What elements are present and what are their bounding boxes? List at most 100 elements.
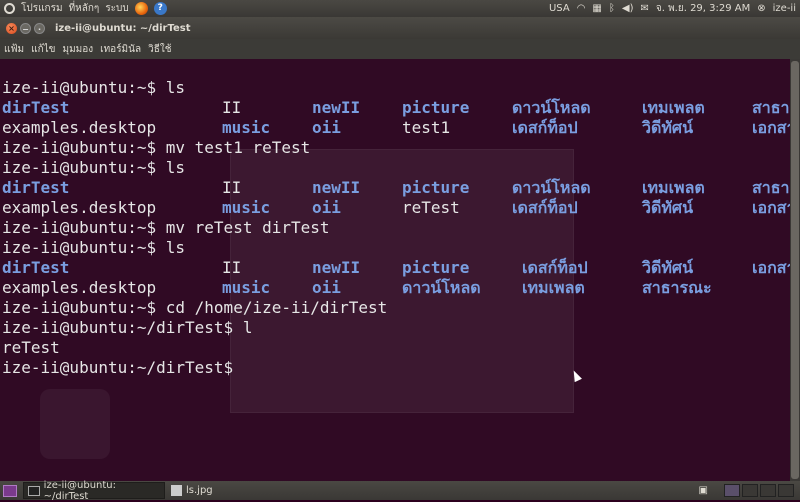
menu-terminal[interactable]: เทอร์มินัล: [100, 42, 141, 57]
file-entry: II: [222, 98, 242, 117]
help-icon[interactable]: ?: [153, 2, 167, 15]
terminal-line: ize-ii@ubuntu:~$ cd /home/ize-ii/dirTest: [2, 298, 790, 318]
directory-entry: เอกสาร: [752, 198, 790, 217]
terminal-line: examples.desktop music oii test1 เดสก์ท็อป วิ…: [2, 118, 790, 138]
file-entry: II: [222, 258, 242, 277]
keyboard-layout[interactable]: USA: [549, 3, 570, 14]
terminal-scrollbar[interactable]: [790, 59, 800, 481]
directory-entry: newII: [312, 178, 361, 197]
terminal-line: ize-ii@ubuntu:~$ mv reTest dirTest: [2, 218, 790, 238]
bluetooth-icon[interactable]: ᛒ: [609, 3, 615, 14]
terminal-line: dirTest II newII picture ดาวน์โหลด เทมเพลต สาธ…: [2, 98, 790, 118]
prompt-command: ize-ii@ubuntu:~$ ls: [2, 238, 186, 257]
directory-entry: เดสก์ท็อป: [512, 118, 578, 137]
terminal-line: ize-ii@ubuntu:~$ ls: [2, 238, 790, 258]
terminal-line: ize-ii@ubuntu:~/dirTest$: [2, 358, 790, 378]
directory-entry: music: [222, 198, 271, 217]
taskbar-item-label: ls.jpg: [186, 485, 213, 496]
menu-applications[interactable]: โปรแกรม: [21, 1, 63, 16]
terminal-line: ize-ii@ubuntu:~/dirTest$ l: [2, 318, 790, 338]
minimize-button[interactable]: −: [20, 22, 31, 34]
keyboard-icon[interactable]: ▦: [592, 3, 601, 14]
menu-view[interactable]: มุมมอง: [63, 42, 94, 57]
menu-system[interactable]: ระบบ: [105, 1, 128, 16]
file-entry: examples.desktop: [2, 198, 157, 217]
prompt-command: ize-ii@ubuntu:~/dirTest$: [2, 358, 234, 377]
directory-entry: เทมเพลต: [642, 178, 705, 197]
workspace-2[interactable]: [742, 484, 758, 497]
directory-entry: วิดีทัศน์: [642, 198, 694, 217]
directory-entry: เทมเพลต: [642, 98, 705, 117]
wifi-icon[interactable]: ◠: [577, 3, 586, 14]
workspace-4[interactable]: [778, 484, 794, 497]
workspace-3[interactable]: [760, 484, 776, 497]
directory-entry: newII: [312, 98, 361, 117]
terminal-lines: ize-ii@ubuntu:~$ ls dirTest II newII picture…: [2, 78, 790, 378]
taskbar-item-label: ize-ii@ubuntu: ~/dirTest: [43, 479, 117, 502]
directory-entry: สาธารณะ: [752, 98, 790, 117]
prompt-command: ize-ii@ubuntu:~$ mv test1 reTest: [2, 138, 311, 157]
directory-entry: music: [222, 278, 271, 297]
terminal-line: dirTest II newII picture เดสก์ท็อป วิดีทัศน์ เ…: [2, 258, 790, 278]
trash-icon[interactable]: ▣: [699, 485, 708, 496]
firefox-icon[interactable]: [134, 2, 148, 15]
directory-entry: picture: [402, 178, 470, 197]
prompt-command: ize-ii@ubuntu:~$ ls: [2, 78, 186, 97]
directory-entry: สาธารณะ: [642, 278, 712, 297]
terminal-line: dirTest II newII picture ดาวน์โหลด เทมเพลต สาธ…: [2, 178, 790, 198]
window-titlebar[interactable]: × − · ize-ii@ubuntu: ~/dirTest: [0, 17, 800, 39]
background-icon-ghost: [40, 389, 110, 459]
file-entry: reTest: [2, 338, 60, 357]
directory-entry: เทมเพลต: [522, 278, 585, 297]
image-icon: [171, 485, 182, 496]
terminal-menubar: แฟ้ม แก้ไข มุมมอง เทอร์มินัล วิธีใช้: [0, 39, 800, 59]
prompt-command: ize-ii@ubuntu:~$ mv reTest dirTest: [2, 218, 330, 237]
maximize-button[interactable]: ·: [34, 22, 45, 34]
file-entry: reTest: [402, 198, 460, 217]
show-desktop-button[interactable]: [3, 484, 17, 497]
directory-entry: เดสก์ท็อป: [512, 198, 578, 217]
menu-places[interactable]: ที่หลักๆ: [69, 1, 100, 16]
menu-help[interactable]: วิธีใช้: [148, 42, 171, 57]
terminal-line: examples.desktop music oii ดาวน์โหลด เทมเพลต…: [2, 278, 790, 298]
file-entry: examples.desktop: [2, 278, 157, 297]
user-icon[interactable]: ⊗: [757, 3, 765, 14]
directory-entry: วิดีทัศน์: [642, 118, 694, 137]
terminal-line: ize-ii@ubuntu:~$ mv test1 reTest: [2, 138, 790, 158]
prompt-command: ize-ii@ubuntu:~$ cd /home/ize-ii/dirTest: [2, 298, 388, 317]
directory-entry: dirTest: [2, 258, 70, 277]
directory-entry: สาธารณะ: [752, 178, 790, 197]
directory-entry: dirTest: [2, 98, 70, 117]
terminal-line: reTest: [2, 338, 790, 358]
workspace-1[interactable]: [724, 484, 740, 497]
directory-entry: oii: [312, 118, 341, 137]
directory-entry: picture: [402, 258, 470, 277]
terminal-icon: [28, 485, 40, 496]
volume-icon[interactable]: ◀): [622, 3, 634, 14]
file-entry: II: [222, 178, 242, 197]
terminal-line: ize-ii@ubuntu:~$ ls: [2, 78, 790, 98]
bottom-panel: ize-ii@ubuntu: ~/dirTest ls.jpg ▣: [0, 479, 800, 502]
user-name[interactable]: ize-ii: [773, 3, 796, 14]
directory-entry: เอกสาร: [752, 258, 790, 277]
clock[interactable]: จ. พ.ย. 29, 3:29 AM: [656, 1, 750, 16]
directory-entry: oii: [312, 278, 341, 297]
directory-entry: dirTest: [2, 178, 70, 197]
close-button[interactable]: ×: [6, 22, 17, 34]
directory-entry: ดาวน์โหลด: [402, 278, 481, 297]
ubuntu-logo-icon[interactable]: [4, 3, 15, 14]
terminal-line: ize-ii@ubuntu:~$ ls: [2, 158, 790, 178]
taskbar-item-image[interactable]: ls.jpg: [167, 482, 307, 499]
top-panel: โปรแกรม ที่หลักๆ ระบบ ? USA ◠ ▦ ᛒ ◀) ✉ จ…: [0, 0, 800, 17]
directory-entry: picture: [402, 98, 470, 117]
file-entry: examples.desktop: [2, 118, 157, 137]
menu-edit[interactable]: แก้ไข: [31, 42, 55, 57]
scrollbar-thumb[interactable]: [791, 61, 799, 479]
directory-entry: oii: [312, 198, 341, 217]
directory-entry: วิดีทัศน์: [642, 258, 694, 277]
terminal-output[interactable]: ize-ii@ubuntu:~$ ls dirTest II newII picture…: [0, 59, 790, 481]
directory-entry: music: [222, 118, 271, 137]
taskbar-item-terminal[interactable]: ize-ii@ubuntu: ~/dirTest: [23, 479, 165, 502]
mail-icon[interactable]: ✉: [640, 3, 648, 14]
menu-file[interactable]: แฟ้ม: [4, 42, 24, 57]
